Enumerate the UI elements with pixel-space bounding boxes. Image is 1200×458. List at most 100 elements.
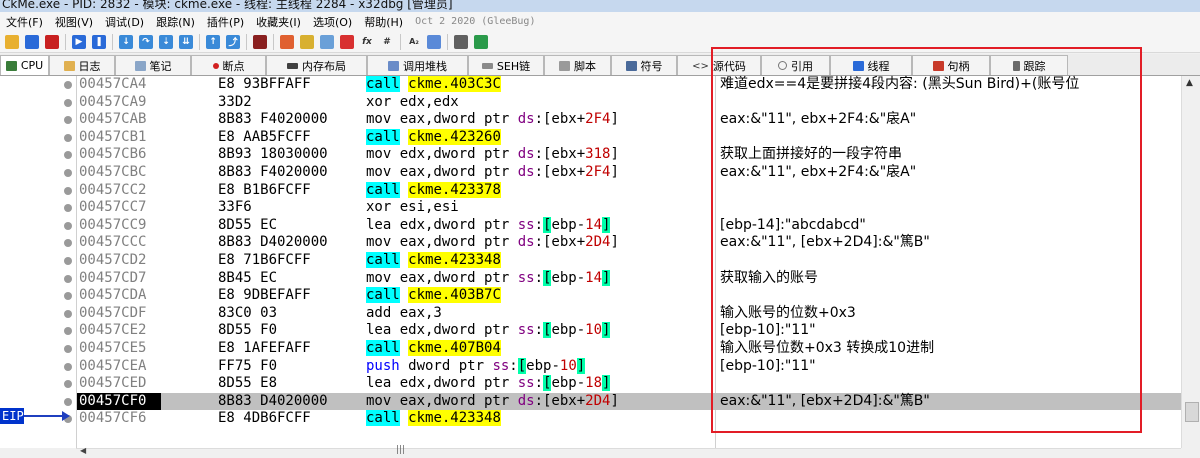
- breakpoint-dot[interactable]: [64, 116, 72, 125]
- disasm-row[interactable]: 00457CB1 E8 AAB5FCFF call ckme.423260: [77, 128, 1181, 147]
- disasm-row[interactable]: 00457CEA FF75 F0 push dword ptr ss:[ebp-10…: [77, 357, 1181, 376]
- tab-threads[interactable]: 线程: [830, 55, 912, 75]
- instruction-address: 00457CCC: [79, 234, 147, 251]
- font-icon[interactable]: A₂: [407, 34, 421, 49]
- close-debuggee-icon[interactable]: [45, 34, 59, 49]
- breakpoint-dot[interactable]: [64, 239, 72, 248]
- restart-icon[interactable]: [25, 34, 39, 49]
- menu-debug[interactable]: 调试(D): [105, 14, 144, 30]
- tab-memory-map[interactable]: 内存布局: [266, 55, 367, 75]
- menu-trace[interactable]: 跟踪(N): [156, 14, 195, 30]
- step-over-icon[interactable]: ↷: [139, 34, 153, 49]
- step-into-icon[interactable]: ↓: [119, 34, 133, 49]
- trace-into-icon[interactable]: ⇣: [159, 34, 173, 49]
- breakpoint-dot[interactable]: [64, 292, 72, 301]
- tab-script[interactable]: 脚本: [544, 55, 611, 75]
- disasm-row[interactable]: 00457CBC 8B83 F4020000 mov eax,dword ptr d…: [77, 164, 1181, 182]
- comment-icon[interactable]: [280, 34, 294, 49]
- disasm-row[interactable]: 00457CC9 8D55 EC lea edx,dword ptr ss:[ebp…: [77, 216, 1181, 235]
- tab-cpu[interactable]: CPU: [0, 55, 49, 75]
- module-icon[interactable]: [427, 34, 441, 49]
- calculator-icon[interactable]: [454, 34, 468, 49]
- run-icon[interactable]: ▶: [72, 34, 86, 49]
- breakpoint-dot[interactable]: [64, 151, 72, 160]
- menu-plugins[interactable]: 插件(P): [207, 14, 244, 30]
- function-icon[interactable]: [340, 34, 354, 49]
- disasm-row[interactable]: 00457CDF 83C0 03 add eax,3 输入账号的位数+0x3: [77, 305, 1181, 323]
- run-to-user-code-icon[interactable]: ⤴: [226, 34, 240, 49]
- scroll-left-icon[interactable]: ◀: [80, 446, 86, 455]
- scroll-up-icon[interactable]: ▲: [1186, 78, 1193, 88]
- pause-icon[interactable]: ❚: [92, 34, 106, 49]
- tab-seh-chain[interactable]: SEH链: [468, 55, 544, 75]
- execute-till-return-icon[interactable]: ↑: [206, 34, 220, 49]
- vertical-scrollbar[interactable]: ▲: [1181, 76, 1200, 448]
- disasm-row[interactable]: 00457CA4 E8 93BFFAFF call ckme.403C3C 难道edx…: [77, 76, 1181, 94]
- scrollbar-thumb[interactable]: [1185, 402, 1199, 422]
- instruction-bytes: 8D55 E8: [218, 375, 278, 392]
- disasm-row[interactable]: 00457CF6 E8 4DB6FCFF call ckme.423348: [77, 410, 1181, 428]
- instruction-text: call ckme.407B04: [366, 340, 501, 356]
- breakpoint-dot[interactable]: [64, 221, 72, 230]
- disasm-row[interactable]: 00457CC7 33F6 xor esi,esi: [77, 199, 1181, 217]
- open-folder-icon[interactable]: [5, 34, 19, 49]
- disasm-row[interactable]: 00457CD7 8B45 EC mov eax,dword ptr ss:[ebp…: [77, 269, 1181, 288]
- label-icon[interactable]: [300, 34, 314, 49]
- disasm-row[interactable]: 00457CDA E8 9DBEFAFF call ckme.403B7C: [77, 287, 1181, 305]
- breakpoint-dot[interactable]: [64, 397, 72, 406]
- disasm-row-current[interactable]: 00457CF0 8B83 D4020000 mov eax,dword ptr d…: [77, 392, 1181, 411]
- breakpoint-dot[interactable]: [64, 345, 72, 353]
- disasm-row[interactable]: 00457CAB 8B83 F4020000 mov eax,dword ptr d…: [77, 111, 1181, 129]
- menu-options[interactable]: 选项(O): [313, 14, 352, 30]
- disasm-row[interactable]: 00457CA9 33D2 xor edx,edx: [77, 94, 1181, 112]
- tab-log[interactable]: 日志: [49, 55, 115, 75]
- breakpoint-dot[interactable]: [64, 81, 72, 89]
- disasm-row[interactable]: 00457CED 8D55 E8 lea edx,dword ptr ss:[ebp…: [77, 375, 1181, 393]
- instruction-bytes: FF75 F0: [218, 357, 278, 374]
- breakpoint-dot[interactable]: [64, 169, 72, 177]
- tab-source-code[interactable]: <> 源代码: [677, 55, 761, 75]
- disasm-row[interactable]: 00457CB6 8B93 18030000 mov edx,dword ptr d…: [77, 146, 1181, 164]
- breakpoint-dot[interactable]: [64, 204, 72, 213]
- tab-trace[interactable]: 跟踪: [990, 55, 1068, 75]
- tab-references[interactable]: 引用: [761, 55, 830, 75]
- breakpoint-dot[interactable]: [64, 257, 72, 265]
- disasm-row[interactable]: 00457CD2 E8 71B6FCFF call ckme.423348: [77, 252, 1181, 270]
- tab-call-stack[interactable]: 调用堆栈: [367, 55, 468, 75]
- menu-file[interactable]: 文件(F): [6, 14, 43, 30]
- menu-favourites[interactable]: 收藏夹(I): [256, 14, 301, 30]
- disasm-row[interactable]: 00457CE5 E8 1AFEFAFF call ckme.407B04 输入账号位…: [77, 340, 1181, 358]
- tab-notes[interactable]: 笔记: [115, 55, 191, 75]
- tab-symbols[interactable]: 符号: [611, 55, 677, 75]
- instruction-text: call ckme.423348: [366, 252, 501, 268]
- breakpoint-dot[interactable]: [64, 309, 72, 318]
- menu-help[interactable]: 帮助(H): [364, 14, 403, 30]
- tab-breakpoints[interactable]: 断点: [191, 55, 266, 75]
- breakpoint-gutter[interactable]: [0, 76, 76, 448]
- disasm-row[interactable]: 00457CC2 E8 B1B6FCFF call ckme.423378: [77, 181, 1181, 200]
- breakpoint-dot[interactable]: [64, 186, 72, 195]
- disasm-row[interactable]: 00457CE2 8D55 F0 lea edx,dword ptr ss:[ebp…: [77, 322, 1181, 340]
- breakpoint-dot[interactable]: [64, 274, 72, 283]
- breakpoint-dot[interactable]: [64, 133, 72, 142]
- patch-icon[interactable]: [253, 34, 267, 49]
- instruction-address: 00457CDF: [79, 304, 147, 321]
- disassembly-view[interactable]: EIP 00457CA4 E8 93BFFAFF call ckme.403C3C 难…: [0, 76, 1200, 448]
- breakpoint-dot[interactable]: [64, 362, 72, 371]
- instruction-comment: eax:&"11", ebx+2F4:&"扆A": [720, 111, 917, 128]
- trace-over-icon[interactable]: ⇊: [179, 34, 193, 49]
- help-globe-icon[interactable]: [474, 34, 488, 49]
- debug-toolbar: ▶ ❚ ↓ ↷ ⇣ ⇊ ↑ ⤴ fx # A₂: [0, 31, 1200, 53]
- horizontal-scrollbar[interactable]: ◀ |||: [76, 445, 1181, 458]
- menu-view[interactable]: 视图(V): [55, 14, 93, 30]
- hash-icon[interactable]: #: [380, 34, 394, 49]
- breakpoint-dot[interactable]: [64, 98, 72, 107]
- fx-icon[interactable]: fx: [360, 34, 374, 49]
- breakpoint-dot[interactable]: [64, 327, 72, 336]
- bookmark-icon[interactable]: [320, 34, 334, 49]
- breakpoint-dot[interactable]: [64, 380, 72, 389]
- scrollbar-grip[interactable]: |||: [396, 445, 405, 455]
- disasm-row[interactable]: 00457CCC 8B83 D4020000 mov eax,dword ptr d…: [77, 234, 1181, 252]
- tab-handles[interactable]: 句柄: [912, 55, 990, 75]
- status-pad: [0, 448, 76, 458]
